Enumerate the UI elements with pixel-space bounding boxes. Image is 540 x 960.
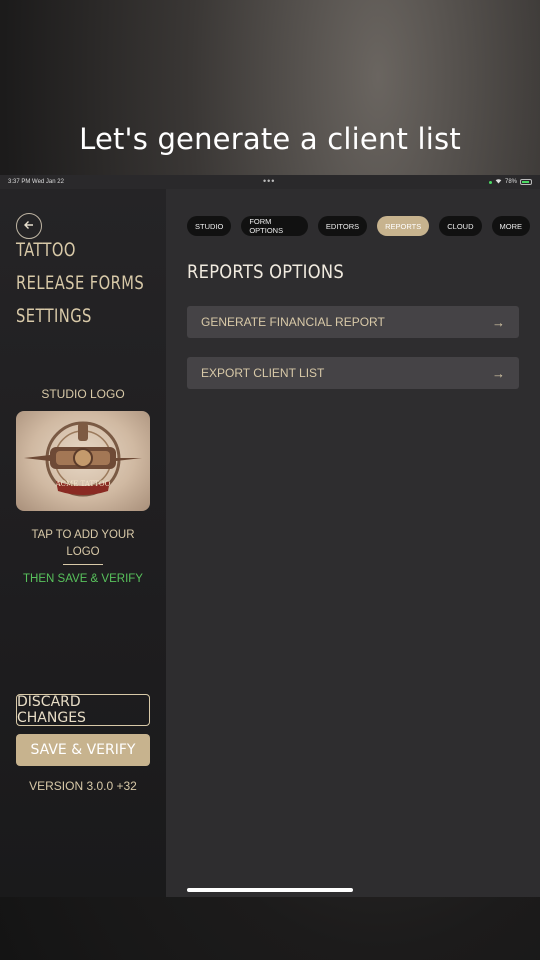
page-title: REPORTS OPTIONS xyxy=(187,261,344,283)
tab-editors[interactable]: EDITORS xyxy=(317,216,368,236)
save-verify-button[interactable]: SAVE & VERIFY xyxy=(16,734,150,766)
studio-logo-label: STUDIO LOGO xyxy=(41,387,125,401)
save-verify-hint: THEN SAVE & VERIFY xyxy=(23,573,143,585)
wifi-icon xyxy=(495,178,502,186)
discard-changes-button[interactable]: DISCARD CHANGES xyxy=(16,694,150,726)
logo-banner-text: ACME TATTOO xyxy=(55,480,111,488)
tap-to-add-logo-text: TAP TO ADD YOUR LOGO xyxy=(0,527,166,561)
divider xyxy=(63,564,103,565)
option-label: EXPORT CLIENT LIST xyxy=(201,366,325,380)
battery-icon xyxy=(520,179,532,185)
studio-logo-image[interactable]: ACME TATTOO xyxy=(16,411,150,511)
tap-text-line-2: LOGO xyxy=(66,546,100,558)
tap-text-line-1: TAP TO ADD YOUR xyxy=(31,529,135,541)
arrow-right-icon: → xyxy=(492,314,505,330)
back-button[interactable] xyxy=(16,213,42,239)
tab-reports[interactable]: REPORTS xyxy=(377,216,430,236)
option-label: GENERATE FINANCIAL REPORT xyxy=(201,315,385,329)
video-caption: Let's generate a client list xyxy=(79,122,461,156)
tab-more[interactable]: MORE xyxy=(491,216,530,236)
status-right: 78% xyxy=(488,178,532,186)
home-indicator[interactable] xyxy=(187,888,353,892)
battery-percent: 78% xyxy=(504,179,517,185)
version-text: VERSION 3.0.0 +32 xyxy=(29,779,137,793)
settings-tabs: STUDIO FORM OPTIONS EDITORS REPORTS CLOU… xyxy=(187,216,540,236)
multitask-dots[interactable]: ••• xyxy=(263,176,275,186)
arrow-right-icon: → xyxy=(492,365,505,381)
settings-sidebar: TATTOO RELEASE FORMS SETTINGS STUDIO LOG… xyxy=(0,189,166,897)
arrow-left-icon xyxy=(23,218,35,235)
ipad-screen: 3:37 PM Wed Jan 22 ••• 78% TATTOO RELEAS… xyxy=(0,175,540,897)
camera-indicator-icon xyxy=(488,180,492,184)
tab-cloud[interactable]: CLOUD xyxy=(439,216,482,236)
sidebar-title-line-3: SETTINGS xyxy=(16,305,92,327)
status-time: 3:37 PM Wed Jan 22 xyxy=(8,179,64,185)
generate-financial-report-button[interactable]: GENERATE FINANCIAL REPORT → xyxy=(187,306,519,338)
status-bar: 3:37 PM Wed Jan 22 ••• 78% xyxy=(0,175,540,189)
sidebar-title-line-1: TATTOO xyxy=(16,239,76,261)
main-panel: STUDIO FORM OPTIONS EDITORS REPORTS CLOU… xyxy=(166,189,540,897)
sidebar-title-line-2: RELEASE FORMS xyxy=(16,272,145,294)
tab-form-options[interactable]: FORM OPTIONS xyxy=(241,216,308,236)
export-client-list-button[interactable]: EXPORT CLIENT LIST → xyxy=(187,357,519,389)
tab-studio[interactable]: STUDIO xyxy=(187,216,232,236)
